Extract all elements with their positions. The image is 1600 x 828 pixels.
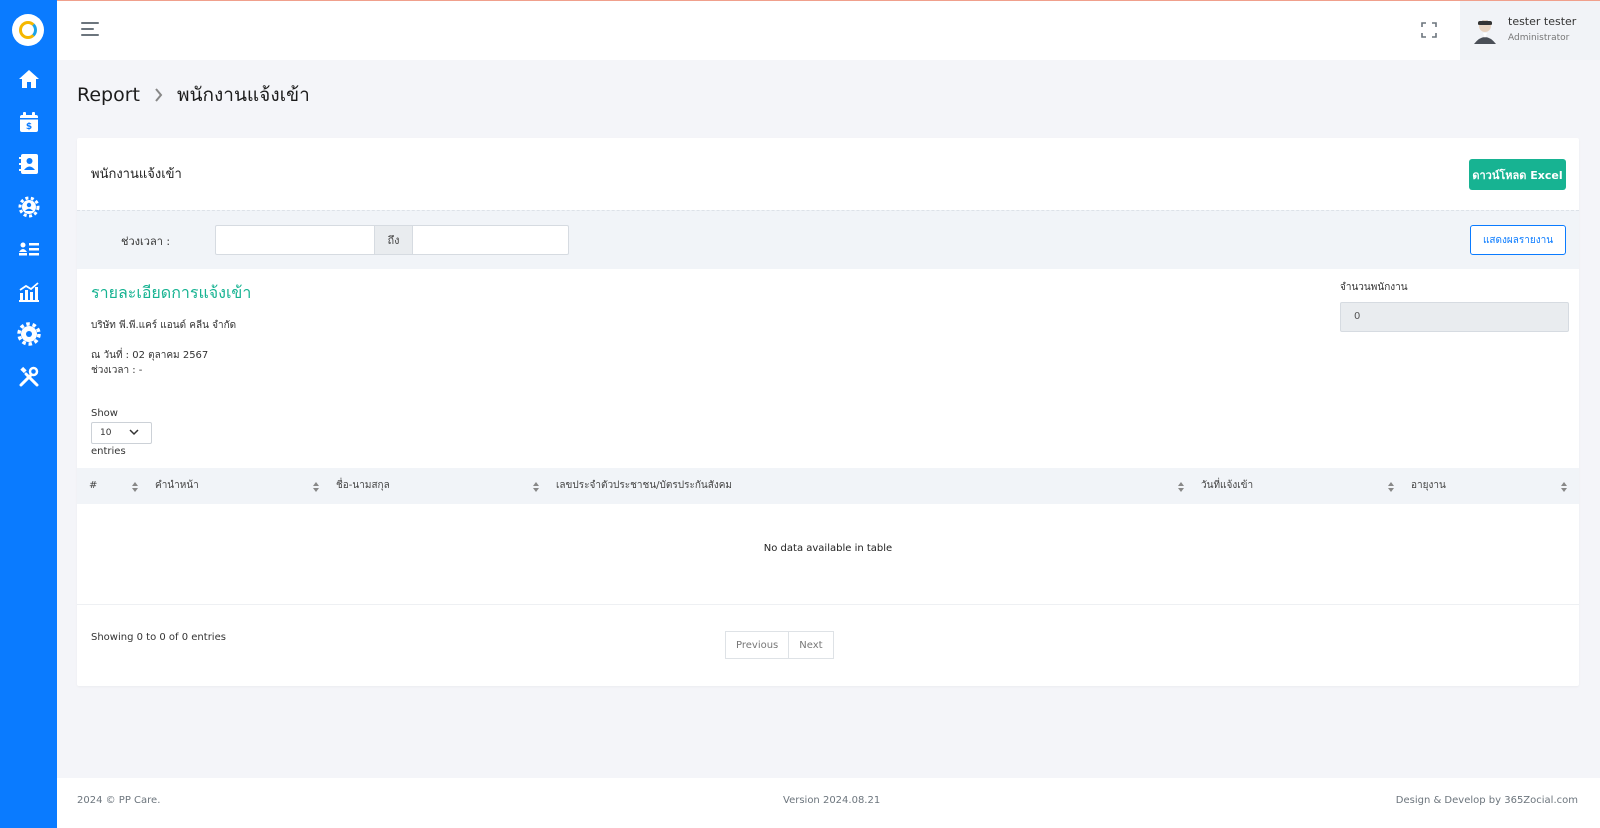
next-page-button[interactable]: Next	[789, 631, 834, 659]
employee-count-field: 0	[1340, 302, 1569, 332]
previous-page-button[interactable]: Previous	[725, 631, 790, 659]
settings-icon[interactable]	[17, 322, 41, 346]
home-icon[interactable]	[17, 67, 41, 91]
calendar-dollar-icon[interactable]: $	[17, 110, 41, 134]
user-list-icon[interactable]	[17, 237, 41, 261]
breadcrumb: Report พนักงานแจ้งเข้า	[77, 80, 310, 110]
avatar	[1474, 18, 1496, 44]
svg-text:$: $	[26, 122, 32, 132]
user-name: tester tester	[1508, 15, 1577, 28]
logo-icon	[19, 21, 37, 39]
breadcrumb-root[interactable]: Report	[77, 84, 140, 106]
card-title: พนักงานแจ้งเข้า	[91, 167, 182, 182]
logo[interactable]	[12, 14, 44, 46]
user-menu[interactable]: tester tester Administrator	[1460, 1, 1600, 60]
column-header-index[interactable]: #	[89, 468, 97, 504]
chevron-right-icon	[155, 88, 163, 102]
sort-icon	[313, 482, 319, 492]
page-size-select[interactable]: 10	[91, 422, 152, 444]
show-label: Show	[91, 408, 118, 419]
sidebar: $	[0, 0, 57, 828]
tools-icon[interactable]	[17, 365, 41, 389]
table-header: # คำนำหน้า ชื่อ-นามสกุล เลขประจำตัวประชา…	[77, 468, 1579, 504]
sort-icon	[1561, 482, 1567, 492]
report-detail-title: รายละเอียดการแจ้งเข้า	[91, 283, 252, 302]
download-excel-button[interactable]: ดาวน์โหลด Excel	[1469, 159, 1566, 190]
column-header-tenure[interactable]: อายุงาน	[1411, 468, 1446, 504]
report-card: พนักงานแจ้งเข้า ดาวน์โหลด Excel ช่วงเวลา…	[77, 138, 1579, 686]
divider	[77, 604, 1579, 605]
contact-book-icon[interactable]	[17, 152, 41, 176]
pagination: Previous Next	[725, 631, 834, 659]
employee-count-label: จำนวนพนักงาน	[1340, 282, 1408, 293]
show-report-button[interactable]: แสดงผลรายงาน	[1470, 225, 1566, 255]
period-label: ช่วงเวลา :	[121, 235, 171, 248]
footer-credit: Design & Develop by 365Zocial.com	[1395, 795, 1578, 806]
menu-toggle-icon[interactable]	[81, 22, 99, 38]
sort-icon	[1178, 482, 1184, 492]
chart-bar-icon[interactable]	[17, 280, 41, 304]
footer-version: Version 2024.08.21	[783, 795, 881, 806]
topbar: tester tester Administrator	[57, 0, 1600, 60]
users-cog-icon[interactable]	[17, 195, 41, 219]
table-info: Showing 0 to 0 of 0 entries	[91, 632, 226, 643]
sort-icon	[1388, 482, 1394, 492]
fullscreen-icon[interactable]	[1421, 22, 1437, 38]
breadcrumb-current: พนักงานแจ้งเข้า	[176, 84, 310, 106]
to-label: ถึง	[375, 225, 412, 255]
chevron-down-icon	[129, 429, 139, 436]
column-header-fullname[interactable]: ชื่อ-นามสกุล	[336, 468, 390, 504]
footer-copyright: 2024 © PP Care.	[77, 795, 161, 806]
user-role: Administrator	[1508, 33, 1570, 43]
as-of-date: ณ วันที่ : 02 ตุลาคม 2567	[91, 350, 209, 361]
column-header-prefix[interactable]: คำนำหน้า	[155, 468, 199, 504]
end-date-input[interactable]	[412, 225, 569, 255]
empty-table-message: No data available in table	[763, 543, 893, 554]
column-header-id-number[interactable]: เลขประจำตัวประชาชน/บัตรประกันสังคม	[556, 468, 732, 504]
sort-icon	[533, 482, 539, 492]
start-date-input[interactable]	[215, 225, 375, 255]
company-name: บริษัท พี.พี.แคร์ แอนด์ คลีน จำกัด	[91, 320, 237, 331]
sort-icon	[132, 482, 138, 492]
entries-label: entries	[91, 446, 126, 457]
footer: 2024 © PP Care. Version 2024.08.21 Desig…	[57, 778, 1600, 828]
column-header-join-date[interactable]: วันที่แจ้งเข้า	[1201, 468, 1253, 504]
report-period: ช่วงเวลา : -	[91, 365, 143, 376]
page-size-value: 10	[100, 428, 112, 438]
filter-row: ช่วงเวลา : ถึง แสดงผลรายงาน	[77, 210, 1579, 269]
